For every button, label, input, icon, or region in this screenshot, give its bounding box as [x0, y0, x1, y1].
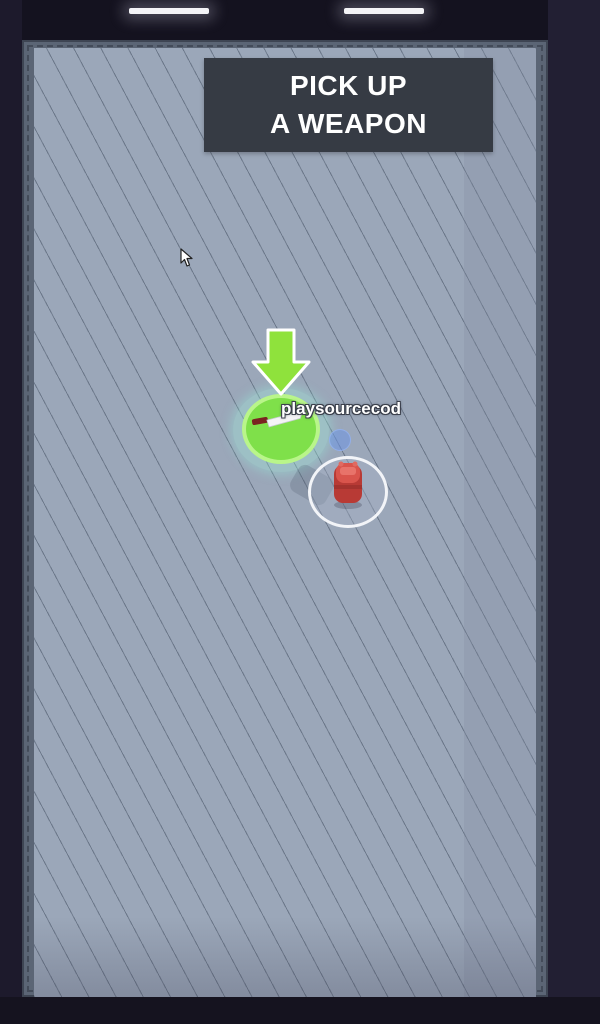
ceiling	[22, 0, 548, 40]
bottom-wall	[0, 997, 600, 1024]
floor-fade	[34, 917, 536, 997]
player-name-label: playsourcecod	[281, 399, 401, 418]
floor[interactable]	[34, 48, 536, 997]
player-character[interactable]	[328, 455, 368, 511]
ceiling-light	[129, 8, 209, 14]
mouse-cursor-icon	[180, 248, 193, 267]
objective-line-1: PICK UP	[289, 70, 408, 101]
game-scene[interactable]: PICK UP A WEAPON playsourcecod	[0, 0, 600, 1024]
aim-indicator	[329, 429, 351, 451]
objective-line-2: A WEAPON	[270, 108, 427, 139]
arrow-down-icon	[251, 328, 311, 396]
ceiling-light	[344, 8, 424, 14]
left-wall	[0, 0, 22, 1024]
floor-shadow	[464, 48, 536, 997]
objective-banner: PICK UP A WEAPON	[204, 58, 493, 152]
right-wall	[548, 0, 600, 1024]
